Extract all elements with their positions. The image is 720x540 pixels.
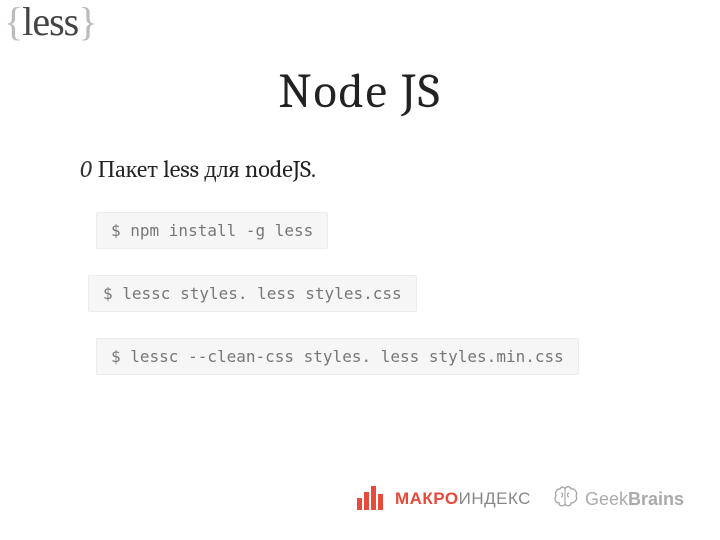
brace-close: } [78,0,96,44]
makroindex-logo: МАКРОИНДЕКС [357,484,531,514]
makro-part2: ИНДЕКС [459,489,531,508]
code-line-2: $ lessc styles. less styles.css [88,275,417,312]
page-title: Node JS [0,0,720,119]
bullet-text: Пакет less для nodeJS. [98,155,316,183]
footer: МАКРОИНДЕКС GeekBrains [357,484,684,514]
slide: {less} Node JS 0Пакет less для nodeJS. $… [0,0,720,540]
code-line-1: $ npm install -g less [96,212,328,249]
brain-icon [553,485,579,513]
bullet-marker: 0 [80,155,92,183]
code-line-3: $ lessc --clean-css styles. less styles.… [96,338,579,375]
geekbrains-text: GeekBrains [585,489,684,510]
makro-part1: МАКРО [395,489,459,508]
geekbrains-logo: GeekBrains [553,485,684,513]
bars-icon [357,484,387,514]
geek-part2: Brains [628,489,684,509]
makroindex-text: МАКРОИНДЕКС [395,489,531,509]
brace-open: { [4,0,22,44]
bullet-line: 0Пакет less для nodeJS. [80,155,720,184]
less-logo: {less} [4,0,96,45]
logo-word: less [22,0,78,44]
geek-part1: Geek [585,489,628,509]
